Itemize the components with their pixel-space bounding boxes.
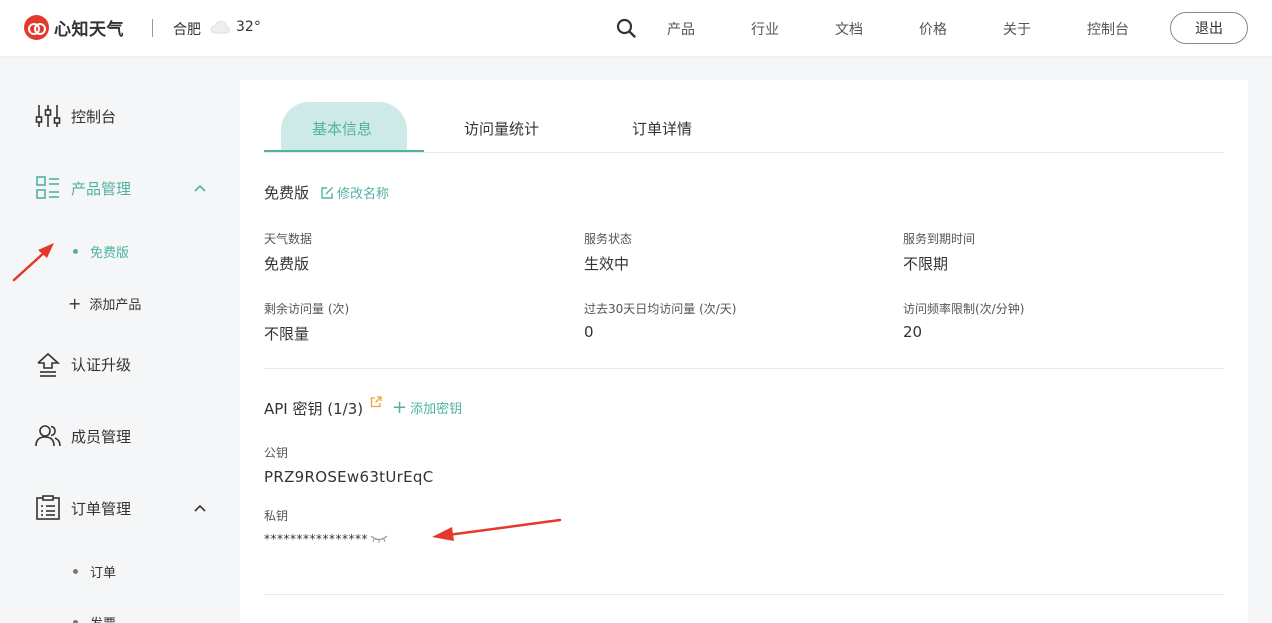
sidebar-item-orders[interactable]: 订单管理 <box>35 495 131 521</box>
product-grid-icon <box>36 176 59 199</box>
section-divider <box>264 594 1224 595</box>
section-divider <box>264 368 1224 369</box>
api-keys-title: API 密钥 (1/3) <box>264 400 364 418</box>
logout-button[interactable]: 退出 <box>1170 12 1248 44</box>
temperature: 32° <box>236 19 261 35</box>
private-key-value: **************** <box>264 532 368 546</box>
sidebar-sub-free-plan[interactable]: 免费版 <box>73 242 129 261</box>
sidebar-item-label: 控制台 <box>71 107 117 126</box>
search-icon[interactable] <box>616 18 636 38</box>
rename-label: 修改名称 <box>337 187 390 202</box>
logo-text: 心知天气 <box>54 20 124 40</box>
nav-console[interactable]: 控制台 <box>1087 19 1129 39</box>
sidebar-item-label: 成员管理 <box>71 427 132 446</box>
sidebar-item-upgrade[interactable]: 认证升级 <box>35 351 131 377</box>
upgrade-icon <box>37 352 61 377</box>
field-label: 访问频率限制(次/分钟) <box>903 302 1025 316</box>
field-value: 免费版 <box>264 255 310 273</box>
nav-product[interactable]: 产品 <box>667 19 695 39</box>
sidebar-sub-orders[interactable]: 订单 <box>73 562 116 581</box>
sidebar-sub-label: 发票 <box>90 613 116 623</box>
plus-icon: + <box>392 396 408 418</box>
active-tab-underline <box>264 150 424 152</box>
nav-pricing[interactable]: 价格 <box>919 19 947 39</box>
field-label: 服务状态 <box>584 232 633 246</box>
public-key-value: PRZ9ROSEw63tUrEqC <box>264 468 434 486</box>
nav-about[interactable]: 关于 <box>1003 19 1031 39</box>
field-value: 0 <box>584 323 594 341</box>
city-name: 合肥 <box>173 22 201 38</box>
add-key-label: 添加密钥 <box>410 402 463 417</box>
sidebar-item-product-management[interactable]: 产品管理 <box>35 175 131 201</box>
sliders-icon <box>35 105 61 127</box>
field-label: 服务到期时间 <box>903 232 976 246</box>
nav-industry[interactable]: 行业 <box>751 19 779 39</box>
order-list-icon <box>36 495 60 520</box>
main-panel: 基本信息 访问量统计 订单详情 免费版 修改名称 天气数据 免费版 服务状态 生… <box>240 80 1248 623</box>
sidebar-sub-label: 添加产品 <box>89 298 142 313</box>
sidebar-item-label: 订单管理 <box>71 499 132 518</box>
sidebar-item-label: 认证升级 <box>71 355 132 374</box>
sidebar-item-label: 产品管理 <box>71 179 132 198</box>
nav-docs[interactable]: 文档 <box>835 19 863 39</box>
sidebar-sub-invoice[interactable]: 发票 <box>73 613 116 623</box>
public-key-label: 公钥 <box>264 446 289 460</box>
top-header: 心知天气 合肥 32° 产品 行业 文档 价格 关于 控制台 退出 <box>0 0 1272 56</box>
sidebar-sub-add-product[interactable]: + 添加产品 <box>68 294 141 313</box>
edit-icon <box>321 186 333 199</box>
field-value: 20 <box>903 323 923 341</box>
annotation-arrow <box>12 243 54 282</box>
field-label: 天气数据 <box>264 232 313 246</box>
tab-traffic-stats[interactable]: 访问量统计 <box>464 118 539 139</box>
bullet-dot <box>73 249 78 254</box>
plan-name: 免费版 <box>264 184 310 202</box>
bullet-dot <box>73 569 78 574</box>
chevron-up-icon[interactable] <box>194 184 206 192</box>
sidebar-sub-label: 免费版 <box>90 246 130 261</box>
sidebar-sub-label: 订单 <box>90 566 117 581</box>
eye-closed-icon[interactable] <box>370 534 388 544</box>
logo[interactable]: 心知天气 <box>24 15 124 40</box>
members-icon <box>35 425 61 447</box>
field-label: 剩余访问量 (次) <box>264 302 350 316</box>
cloud-icon <box>210 20 230 34</box>
rename-link[interactable]: 修改名称 <box>320 183 389 202</box>
external-link-icon[interactable] <box>370 396 382 408</box>
field-value: 生效中 <box>584 255 630 273</box>
add-key-button[interactable]: + 添加密钥 <box>392 398 462 417</box>
tab-order-details[interactable]: 订单详情 <box>632 118 692 139</box>
header-divider <box>152 19 153 37</box>
field-value: 不限期 <box>903 255 949 273</box>
field-value: 不限量 <box>264 325 310 343</box>
field-label: 过去30天日均访问量 (次/天) <box>584 302 737 316</box>
private-key-label: 私钥 <box>264 509 289 523</box>
tab-basic-info[interactable]: 基本信息 <box>312 118 372 139</box>
sidebar-item-console[interactable]: 控制台 <box>35 103 116 129</box>
logo-icon <box>24 15 49 40</box>
tabs-divider <box>264 152 1224 153</box>
chevron-up-icon[interactable] <box>194 504 206 512</box>
plus-icon: + <box>68 293 82 313</box>
sidebar-item-members[interactable]: 成员管理 <box>35 423 131 449</box>
